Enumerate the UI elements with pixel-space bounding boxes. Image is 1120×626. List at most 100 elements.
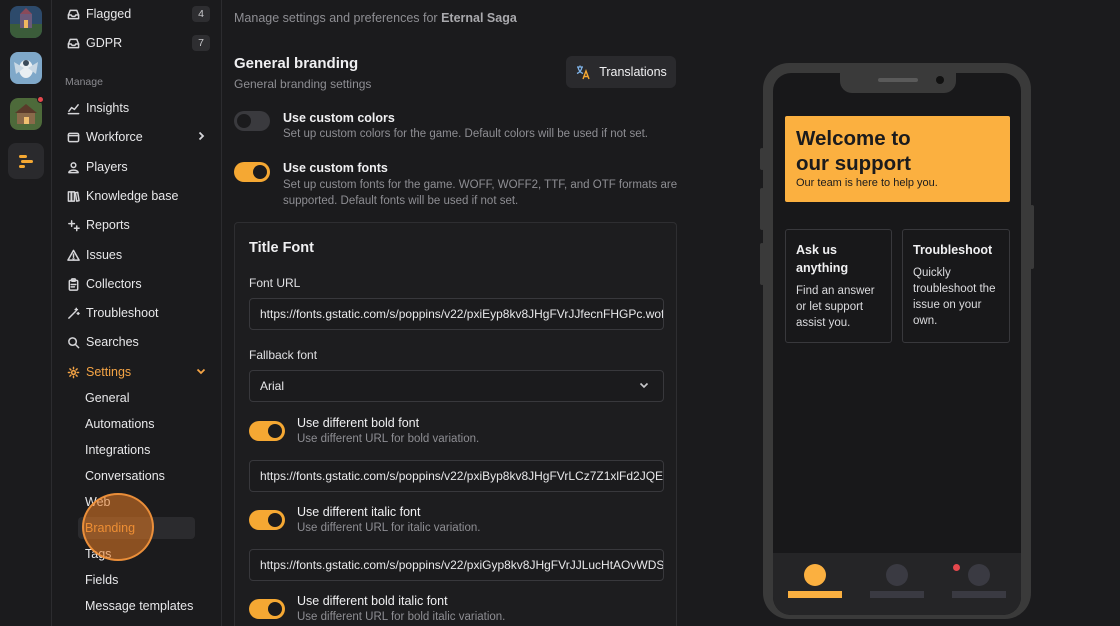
toggle-knob [268,424,282,438]
font-url-label: Font URL [249,276,301,290]
tile-troubleshoot[interactable]: Troubleshoot Quickly troubleshoot the is… [902,229,1010,343]
game-avatar-house[interactable] [10,96,44,130]
settings-sub-web[interactable]: Web [85,491,195,513]
section-subtitle: General branding settings [234,77,372,91]
custom-colors-title: Use custom colors [283,111,395,125]
tab-second-icon[interactable] [886,564,908,586]
warning-icon [66,248,80,262]
italic-font-toggle[interactable] [249,510,285,530]
hero-title-line-1: Welcome to [796,127,911,150]
sidebar-item-collectors[interactable]: Collectors [64,272,210,296]
settings-sub-branding[interactable]: Branding [78,517,195,539]
sidebar-item-knowledge-base[interactable]: Knowledge base [64,184,210,208]
count-badge: 7 [192,35,210,51]
bold-font-toggle[interactable] [249,421,285,441]
section-label-manage: Manage [65,76,103,88]
tab-third-icon[interactable] [968,564,990,586]
sidebar-item-label: GDPR [86,36,123,50]
main-content: Manage settings and preferences for Eter… [222,0,692,626]
count-badge: 4 [192,6,210,22]
game-rail [0,0,52,626]
toggle-knob [253,165,267,179]
sidebar-item-label: Issues [86,248,123,262]
toggle-knob [237,114,251,128]
app-logo-icon[interactable] [8,143,44,179]
phone-screen: Welcome to our support Our team is here … [773,73,1021,615]
settings-sub-message-templates[interactable]: Message templates [85,595,195,617]
toggle-knob [268,513,282,527]
tile-ask-us-anything[interactable]: Ask us anything Find an answer or let su… [785,229,892,343]
search-icon [66,335,80,349]
inbox-icon [66,7,80,21]
custom-colors-desc: Set up custom colors for the game. Defau… [283,128,648,140]
settings-sub-tags[interactable]: Tags [85,543,195,565]
welcome-hero: Welcome to our support Our team is here … [785,116,1010,202]
settings-sub-integrations[interactable]: Integrations [85,439,195,461]
tab-indicator [870,591,924,598]
tile-title: Troubleshoot [913,243,993,257]
notification-dot [37,96,44,103]
sidebar: Flagged 4 GDPR 7 Manage Insights Workfor… [52,0,222,626]
tab-indicator [952,591,1006,598]
game-avatar-bird[interactable] [10,52,42,84]
wand-icon [66,306,80,320]
tab-notification-dot [953,564,960,571]
settings-sub-general[interactable]: General [85,387,195,409]
settings-sub-conversations[interactable]: Conversations [85,465,195,487]
sidebar-item-settings[interactable]: Settings [64,360,210,384]
fallback-font-select[interactable]: Arial [249,370,664,402]
section-title: General branding [234,55,359,72]
sidebar-item-flagged[interactable]: Flagged 4 [64,2,210,26]
tile-body: Quickly troubleshoot the issue on your o… [913,267,996,327]
sidebar-item-issues[interactable]: Issues [64,243,210,267]
bold-font-url-input[interactable]: https://fonts.gstatic.com/s/poppins/v22/… [249,460,664,492]
sidebar-item-label: Players [86,160,128,174]
settings-sub-automations[interactable]: Automations [85,413,195,435]
sidebar-item-label: Flagged [86,7,132,21]
custom-fonts-toggle[interactable] [234,162,270,182]
fallback-font-label: Fallback font [249,348,318,362]
sparkles-icon [66,218,80,232]
tile-body: Find an answer or let support assist you… [796,285,875,329]
fallback-font-value: Arial [260,379,285,393]
sidebar-item-label: Workforce [86,130,143,144]
settings-sub-fields[interactable]: Fields [85,569,195,591]
sidebar-item-workforce[interactable]: Workforce [64,125,210,149]
translate-icon [575,64,591,80]
sidebar-item-troubleshoot[interactable]: Troubleshoot [64,301,210,325]
bold-font-title: Use different bold font [297,416,420,430]
card-title: Title Font [249,240,314,256]
font-url-input[interactable]: https://fonts.gstatic.com/s/poppins/v22/… [249,298,664,330]
books-icon [66,189,80,203]
translations-button[interactable]: Translations [566,56,676,88]
italic-font-url-input[interactable]: https://fonts.gstatic.com/s/poppins/v22/… [249,549,664,581]
sidebar-item-gdpr[interactable]: GDPR 7 [64,31,210,55]
sidebar-item-reports[interactable]: Reports [64,213,210,237]
custom-fonts-desc: Set up custom fonts for the game. WOFF, … [283,179,678,207]
translations-label: Translations [599,65,667,79]
sidebar-item-insights[interactable]: Insights [64,96,210,120]
sidebar-item-label: Reports [86,218,130,232]
sidebar-item-label: Knowledge base [86,189,179,203]
custom-colors-toggle[interactable] [234,111,270,131]
sidebar-item-label: Troubleshoot [86,306,159,320]
sidebar-item-label: Settings [86,365,132,379]
toggle-knob [268,602,282,616]
sidebar-item-players[interactable]: Players [64,155,210,179]
tile-title: Ask us anything [796,243,849,275]
custom-fonts-title: Use custom fonts [283,161,388,175]
tab-active-indicator [788,591,842,598]
tab-home-icon[interactable] [804,564,826,586]
title-font-card: Title Font Font URL https://fonts.gstati… [234,222,677,626]
user-icon [66,160,80,174]
hero-title-line-2: our support [796,152,912,175]
game-name: Eternal Saga [441,11,517,25]
phone-tab-bar [773,553,1021,615]
sidebar-item-searches[interactable]: Searches [64,330,210,354]
bold-italic-font-desc: Use different URL for bold italic variat… [297,611,506,623]
game-avatar-castle[interactable] [10,6,42,38]
bold-italic-font-toggle[interactable] [249,599,285,619]
subtitle-prefix: Manage settings and preferences for [234,11,442,25]
chevron-down-icon [639,379,649,393]
bold-font-desc: Use different URL for bold variation. [297,433,480,445]
